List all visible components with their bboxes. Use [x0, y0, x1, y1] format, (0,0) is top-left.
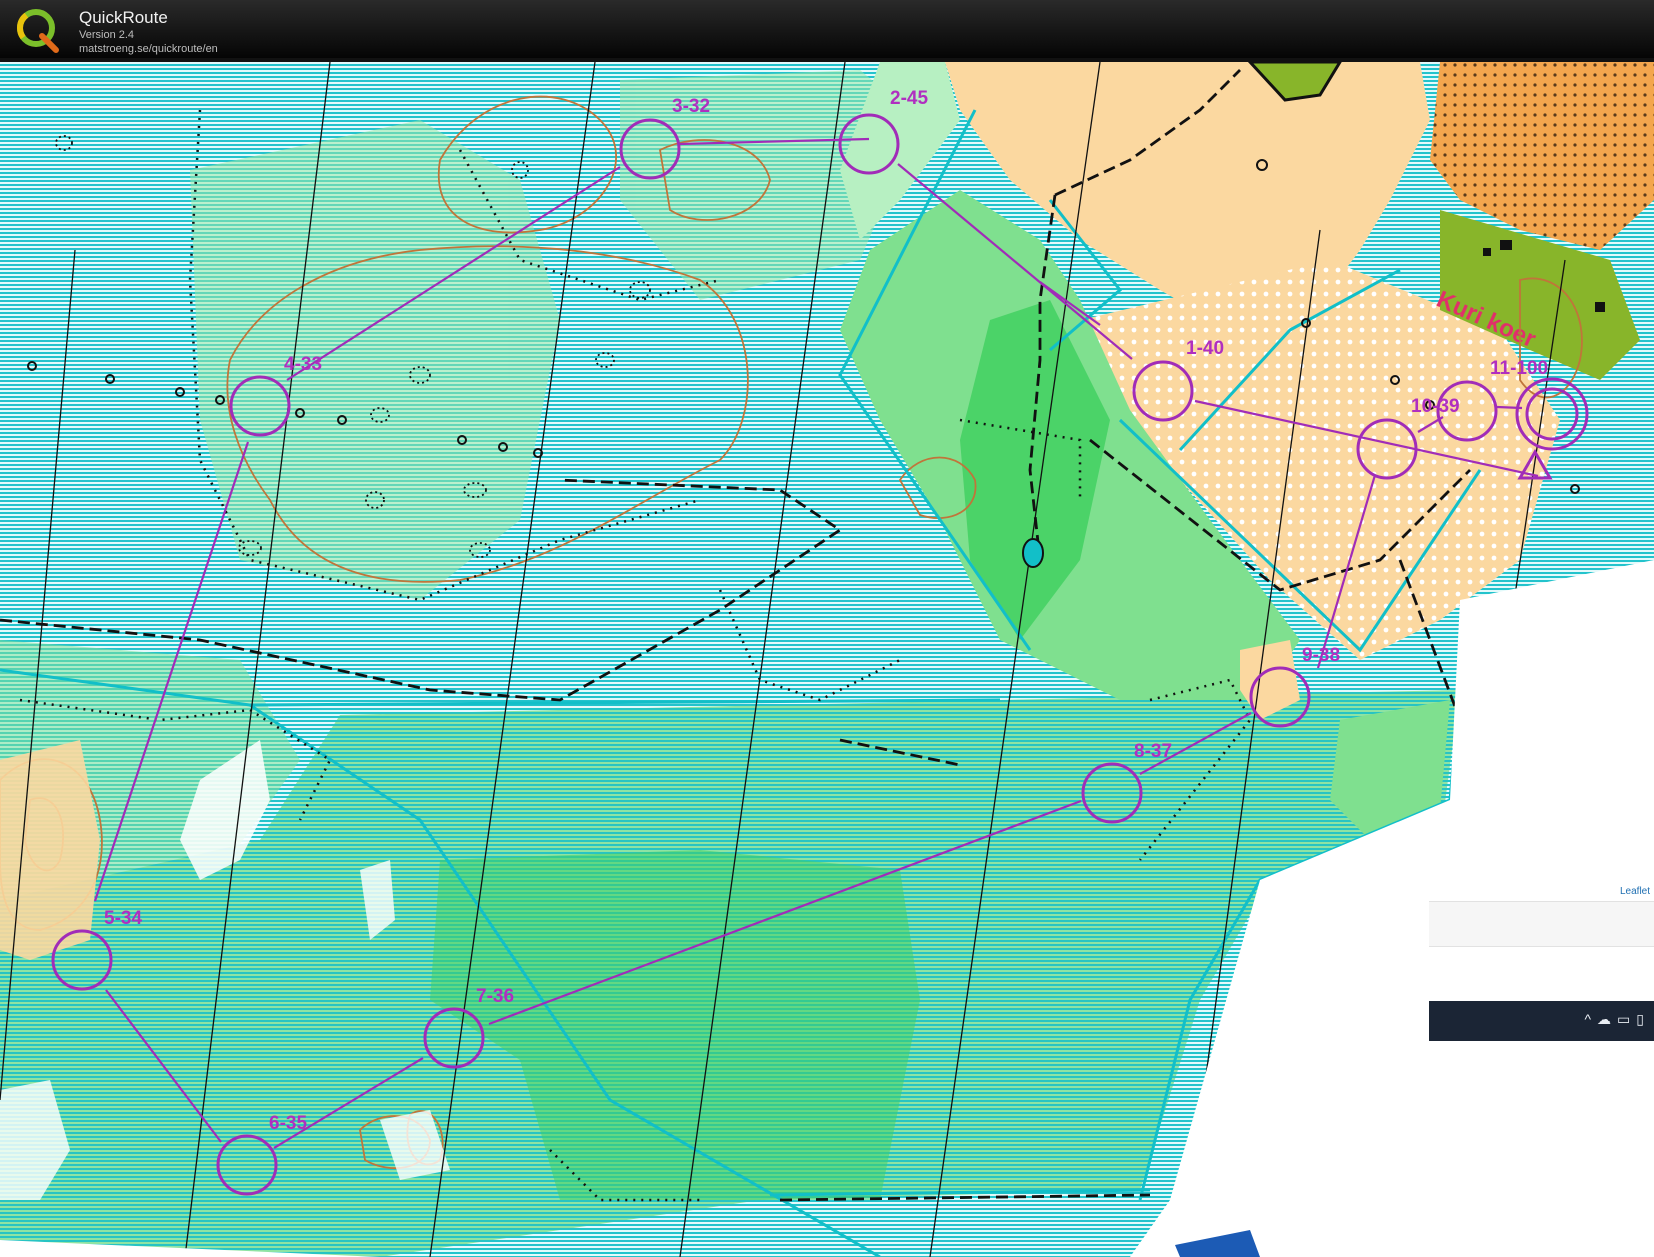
map-attribution[interactable]: Leaflet [1620, 886, 1650, 897]
cloud-icon[interactable]: ☁ [1597, 1011, 1617, 1027]
app-url[interactable]: matstroeng.se/quickroute/en [79, 43, 218, 55]
system-tray[interactable]: ^☁▭▯ [1584, 1011, 1650, 1028]
map-canvas[interactable]: Kuri koer 1-40 2-45 3-32 4-33 5-34 6-35 … [0, 62, 1654, 1257]
control-label-8: 8-37 [1134, 741, 1172, 762]
control-label-1: 1-40 [1186, 338, 1224, 359]
control-label-7: 7-36 [476, 986, 514, 1007]
control-label-2: 2-45 [890, 88, 928, 109]
control-label-11: 11-100 [1490, 358, 1548, 379]
quickroute-logo-icon [17, 9, 59, 53]
display-icon[interactable]: ▯ [1636, 1011, 1650, 1027]
control-label-4: 4-33 [284, 354, 322, 375]
control-label-5: 5-34 [104, 908, 142, 929]
taskbar: ^☁▭▯ [1429, 1001, 1654, 1041]
pond [1022, 538, 1044, 568]
side-panel [1429, 901, 1654, 947]
title-bar: QuickRoute Version 2.4 matstroeng.se/qui… [0, 0, 1654, 58]
app-version: Version 2.4 [79, 29, 135, 41]
control-label-3: 3-32 [672, 96, 710, 117]
orienteering-map[interactable]: Kuri koer 1-40 2-45 3-32 4-33 5-34 6-35 … [0, 62, 1654, 1257]
app-title: QuickRoute [79, 8, 168, 27]
control-label-10: 10-39 [1411, 396, 1460, 417]
battery-icon[interactable]: ▭ [1617, 1011, 1636, 1027]
control-label-9: 9-38 [1302, 645, 1340, 666]
control-label-6: 6-35 [269, 1113, 307, 1134]
chevron-up-icon[interactable]: ^ [1584, 1011, 1597, 1027]
